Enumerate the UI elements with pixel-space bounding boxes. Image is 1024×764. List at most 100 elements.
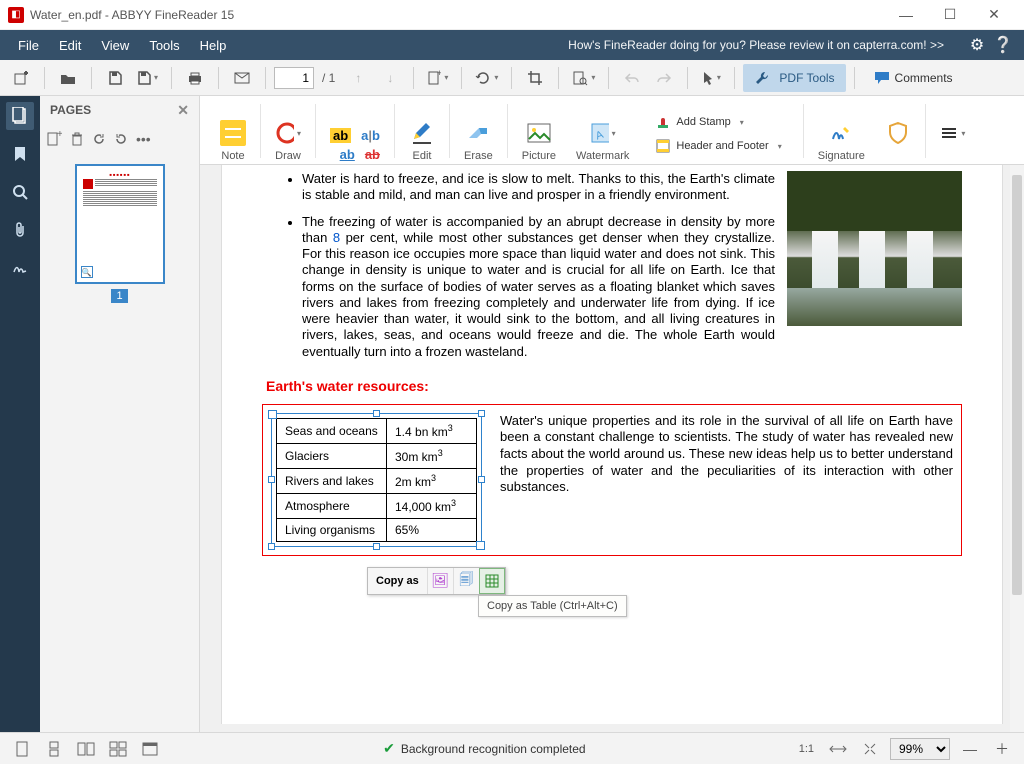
selection-area[interactable]: Seas and oceans1.4 bn km3 Glaciers30m km… — [262, 404, 962, 556]
copy-as-toolbar: Copy as 🖼 🗐 — [367, 567, 506, 595]
copy-as-table-button[interactable] — [479, 568, 505, 594]
delete-page-icon[interactable] — [70, 132, 84, 146]
find-dropdown[interactable] — [567, 64, 600, 92]
menu-file[interactable]: File — [8, 38, 49, 53]
vertical-scrollbar[interactable] — [1010, 165, 1024, 732]
header-footer-button[interactable]: Header and Footer — [649, 136, 788, 156]
minimize-button[interactable]: ― — [884, 0, 928, 30]
watermark-label: Watermark — [576, 150, 629, 162]
copy-as-image-button[interactable]: 🖼 — [427, 568, 453, 594]
image-icon: 🖼 — [431, 572, 449, 589]
help-icon[interactable]: ❔ — [990, 32, 1016, 58]
two-page-view-icon[interactable] — [74, 737, 98, 761]
menu-view[interactable]: View — [91, 38, 139, 53]
text-insert-icon[interactable]: a|b — [361, 128, 380, 143]
edit-icon[interactable] — [409, 120, 435, 146]
open-button[interactable] — [53, 64, 83, 92]
protect-icon[interactable] — [885, 120, 911, 146]
table-row: Living organisms65% — [277, 518, 477, 541]
rotate-left-icon[interactable] — [92, 132, 106, 146]
pointer-dropdown[interactable] — [696, 64, 726, 92]
zoom-select[interactable]: 99% — [890, 738, 950, 760]
table-row: Glaciers30m km3 — [277, 443, 477, 468]
attachments-tab-icon[interactable] — [6, 216, 34, 244]
menu-bar: File Edit View Tools Help How's FineRead… — [0, 30, 1024, 60]
highlight-icon[interactable]: ab — [330, 128, 351, 143]
window-title: Water_en.pdf - ABBYY FineReader 15 — [30, 8, 884, 22]
two-page-continuous-icon[interactable] — [106, 737, 130, 761]
copy-as-text-button[interactable]: 🗐 — [453, 568, 479, 594]
add-page-icon[interactable]: + — [46, 131, 62, 147]
erase-label: Erase — [464, 150, 493, 162]
more-icon[interactable]: ••• — [136, 131, 151, 147]
pdf-tools-button[interactable]: PDF Tools — [743, 64, 845, 92]
settings-icon[interactable]: ⚙ — [964, 32, 990, 58]
pages-tab-icon[interactable] — [6, 102, 34, 130]
strikethrough-icon[interactable]: ab — [365, 147, 380, 162]
promo-link[interactable]: How's FineReader doing for you? Please r… — [568, 38, 944, 52]
svg-text:+: + — [57, 131, 62, 140]
svg-text:+: + — [437, 70, 441, 78]
fit-page-icon[interactable] — [858, 737, 882, 761]
header-footer-label: Header and Footer — [676, 140, 768, 152]
actual-size-button[interactable]: 1:1 — [795, 737, 818, 761]
zoom-in-button[interactable]: ＋ — [990, 737, 1014, 761]
menu-tools[interactable]: Tools — [139, 38, 189, 53]
main-toolbar: / 1 ↑ ↓ + PDF Tools Comments — [0, 60, 1024, 96]
signature-icon[interactable] — [828, 120, 854, 146]
watermark-icon[interactable]: A — [590, 120, 616, 146]
table-selection[interactable]: Seas and oceans1.4 bn km3 Glaciers30m km… — [271, 413, 482, 547]
signatures-tab-icon[interactable] — [6, 254, 34, 282]
page-thumbnail[interactable]: ■ ■ ■ ■ ■ ■ 🔍 — [75, 164, 165, 284]
thumbnail-number: 1 — [111, 289, 127, 303]
pdf-tools-label: PDF Tools — [779, 71, 834, 85]
document-view[interactable]: Water is hard to freeze, and ice is slow… — [200, 165, 1024, 732]
redo-button[interactable] — [649, 64, 679, 92]
comments-label: Comments — [895, 71, 953, 85]
close-button[interactable]: ✕ — [972, 0, 1016, 30]
rotate-dropdown[interactable] — [470, 64, 503, 92]
draw-icon[interactable] — [275, 120, 301, 146]
new-task-button[interactable] — [6, 64, 36, 92]
zoom-out-button[interactable]: ― — [958, 737, 982, 761]
add-page-dropdown[interactable]: + — [422, 64, 453, 92]
left-sidebar — [0, 96, 40, 732]
fullscreen-icon[interactable] — [138, 737, 162, 761]
underline-icon[interactable]: ab — [340, 147, 355, 162]
rotate-right-icon[interactable] — [114, 132, 128, 146]
crop-button[interactable] — [520, 64, 550, 92]
pages-panel-title: PAGES — [50, 103, 91, 117]
menu-edit[interactable]: Edit — [49, 38, 91, 53]
save-as-dropdown[interactable] — [132, 64, 163, 92]
table-row: Seas and oceans1.4 bn km3 — [277, 418, 477, 443]
page-up-button[interactable]: ↑ — [343, 64, 373, 92]
page-number-input[interactable] — [274, 67, 314, 89]
erase-icon[interactable] — [465, 120, 491, 146]
table-row: Rivers and lakes2m km3 — [277, 468, 477, 493]
pdf-page: Water is hard to freeze, and ice is slow… — [222, 165, 1002, 724]
single-page-view-icon[interactable] — [10, 737, 34, 761]
menu-help[interactable]: Help — [190, 38, 237, 53]
check-icon: ✔ — [383, 740, 395, 757]
table-icon — [485, 574, 499, 588]
pages-panel-close[interactable]: ✕ — [177, 102, 189, 119]
more-tools-icon[interactable] — [940, 120, 966, 146]
continuous-view-icon[interactable] — [42, 737, 66, 761]
comments-button[interactable]: Comments — [863, 64, 964, 92]
add-stamp-label: Add Stamp — [676, 116, 730, 128]
copy-as-label: Copy as — [368, 571, 427, 591]
bookmarks-tab-icon[interactable] — [6, 140, 34, 168]
save-button[interactable] — [100, 64, 130, 92]
print-button[interactable] — [180, 64, 210, 92]
fit-width-icon[interactable] — [826, 737, 850, 761]
picture-icon[interactable] — [526, 120, 552, 146]
undo-button[interactable] — [617, 64, 647, 92]
note-icon[interactable] — [220, 120, 246, 146]
add-stamp-button[interactable]: Add Stamp — [649, 112, 788, 132]
email-button[interactable] — [227, 64, 257, 92]
edit-label: Edit — [413, 150, 432, 162]
search-tab-icon[interactable] — [6, 178, 34, 206]
page-down-button[interactable]: ↓ — [375, 64, 405, 92]
tooltip: Copy as Table (Ctrl+Alt+C) — [478, 595, 627, 617]
maximize-button[interactable]: ☐ — [928, 0, 972, 30]
